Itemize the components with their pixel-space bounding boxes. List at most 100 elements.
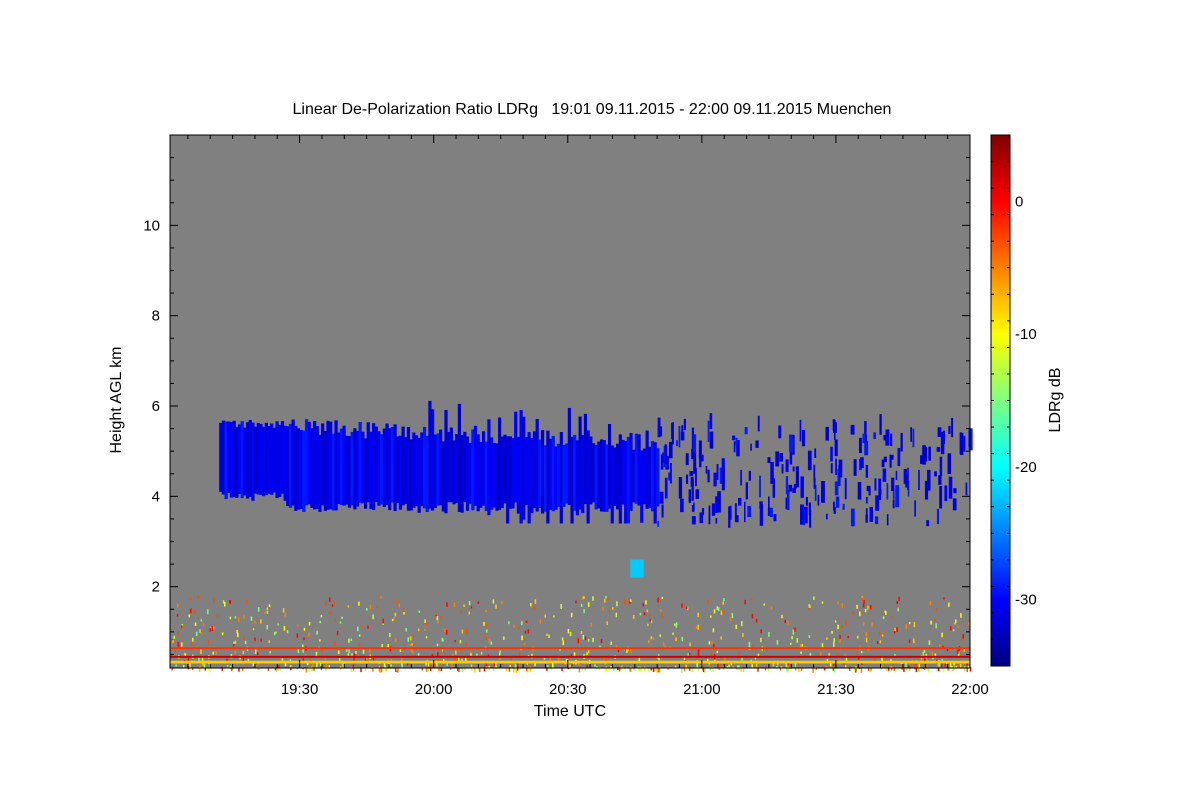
aerosol-speck — [480, 651, 483, 655]
cloud-fragment — [773, 514, 777, 522]
aerosol-speck — [237, 632, 239, 638]
cloud-fragment — [951, 417, 954, 438]
aerosol-speck — [181, 625, 183, 629]
aerosol-speck — [792, 629, 795, 635]
y-tick-label: 10 — [143, 217, 160, 234]
aerosol-speck — [503, 636, 505, 640]
aerosol-speck — [584, 636, 587, 640]
aerosol-speck — [632, 614, 635, 619]
aerosol-speck — [320, 614, 323, 618]
aerosol-speck — [334, 619, 337, 622]
cloud-fragment — [927, 469, 931, 491]
aerosol-speck — [229, 600, 232, 604]
aerosol-speck — [284, 612, 287, 617]
aerosol-speck — [341, 616, 343, 619]
aerosol-speck — [207, 609, 209, 615]
aerosol-speck — [744, 599, 746, 605]
aerosol-speck — [510, 657, 513, 661]
aerosol-speck — [649, 619, 651, 622]
cloud-fragment — [878, 478, 882, 501]
y-tick-label: 2 — [152, 579, 160, 596]
aerosol-speck — [833, 638, 835, 642]
cloud-fragment — [716, 463, 719, 480]
cloud-fragment — [659, 491, 664, 504]
aerosol-speck — [483, 622, 485, 626]
aerosol-speck — [768, 632, 770, 637]
aerosol-speck — [590, 622, 593, 627]
aerosol-speck — [649, 613, 651, 616]
aerosol-speck — [379, 667, 381, 673]
aerosol-speck — [562, 640, 565, 646]
aerosol-speck — [316, 663, 318, 668]
cloud-fragment — [936, 508, 940, 524]
aerosol-speck — [644, 666, 646, 672]
aerosol-speck — [939, 644, 941, 647]
aerosol-speck — [881, 634, 884, 637]
aerosol-speck — [828, 652, 830, 657]
aerosol-speck — [446, 602, 448, 607]
aerosol-speck — [539, 619, 541, 625]
cloud-fragment — [860, 457, 864, 469]
aerosol-speck — [570, 612, 573, 618]
cloud-fragment — [686, 474, 689, 484]
aerosol-speck — [934, 617, 937, 622]
cloud-fragment — [910, 427, 913, 442]
aerosol-speck — [905, 663, 907, 667]
cloud-fragment — [768, 496, 770, 517]
aerosol-speck — [894, 627, 896, 632]
cloud-fragment — [874, 478, 877, 491]
aerosol-speck — [642, 603, 645, 607]
cloud-column — [656, 448, 660, 507]
aerosol-speck — [350, 638, 353, 642]
aerosol-speck — [820, 652, 822, 657]
aerosol-speck — [710, 615, 712, 618]
aerosol-speck — [514, 664, 517, 668]
aerosol-speck — [799, 644, 802, 648]
aerosol-speck — [674, 623, 676, 626]
aerosol-speck — [871, 622, 873, 627]
aerosol-speck — [443, 628, 446, 633]
aerosol-speck — [437, 620, 439, 624]
aerosol-speck — [485, 636, 487, 641]
aerosol-speck — [643, 612, 646, 616]
aerosol-speck — [561, 637, 564, 641]
aerosol-speck — [325, 664, 328, 667]
cloud-fragment — [866, 496, 868, 504]
cloud-fragment — [835, 496, 840, 508]
aerosol-speck — [950, 626, 952, 631]
cloud-fragment — [664, 477, 668, 499]
cloud-fragment — [834, 439, 838, 457]
plot-background — [170, 135, 970, 668]
cloud-fragment — [745, 482, 748, 500]
aerosol-speck — [908, 622, 911, 625]
aerosol-speck — [929, 600, 932, 606]
cloud-fragment — [885, 429, 890, 446]
cloud-fragment — [678, 425, 681, 448]
cloud-fragment — [937, 427, 942, 437]
aerosol-speck — [396, 599, 398, 604]
aerosol-speck — [213, 597, 215, 603]
aerosol-speck — [407, 637, 410, 643]
cloud-fragment — [892, 499, 895, 509]
aerosol-speck — [616, 601, 618, 607]
aerosol-speck — [637, 666, 640, 671]
aerosol-speck — [966, 667, 968, 672]
x-tick-label: 21:30 — [817, 681, 855, 698]
cloud-fragment — [850, 508, 855, 527]
cloud-fragment — [757, 415, 760, 432]
aerosol-speck — [839, 634, 841, 639]
aerosol-speck — [833, 641, 835, 647]
aerosol-speck — [297, 624, 299, 627]
cloud-fragment — [953, 488, 957, 494]
cloud-fragment — [707, 420, 710, 442]
aerosol-speck — [394, 637, 397, 643]
cloud-fragment — [750, 443, 752, 451]
aerosol-speck — [236, 630, 238, 634]
cloud-fragment — [715, 496, 718, 513]
cloud-fragment — [779, 452, 784, 462]
aerosol-speck — [770, 606, 773, 610]
aerosol-speck — [867, 605, 869, 610]
aerosol-speck — [202, 623, 205, 627]
aerosol-speck — [508, 621, 510, 625]
y-tick-label: 6 — [152, 398, 160, 415]
